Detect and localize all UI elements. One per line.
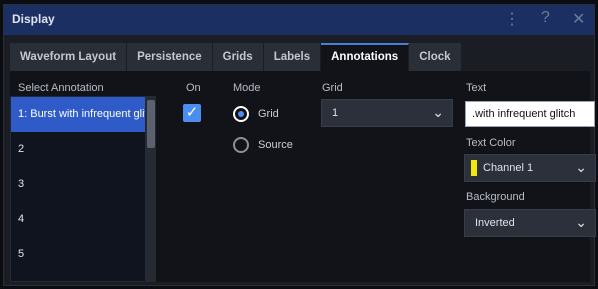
background-label: Background xyxy=(466,191,525,203)
on-checkbox[interactable]: ✓ xyxy=(183,104,201,122)
text-color-value: Channel 1 xyxy=(483,162,534,174)
tab-persistence[interactable]: Persistence xyxy=(127,43,213,71)
annotation-text-input[interactable]: with infrequent glitch. xyxy=(465,101,595,127)
select-annotation-label: Select Annotation xyxy=(18,82,104,94)
list-scroll-thumb[interactable] xyxy=(147,100,155,148)
mode-source-label: Source xyxy=(258,139,293,151)
on-label: On xyxy=(186,82,201,94)
chevron-down-icon: ⌄ xyxy=(432,104,444,120)
close-icon[interactable]: ✕ xyxy=(572,9,585,29)
annotation-list: 1: Burst with infrequent glitch 2 3 4 5 xyxy=(10,96,146,282)
list-item[interactable]: 1: Burst with infrequent glitch xyxy=(11,97,145,132)
chevron-down-icon: ⌄ xyxy=(575,214,587,230)
help-icon[interactable]: ? xyxy=(541,9,550,27)
mode-grid-radio[interactable] xyxy=(233,106,249,122)
background-value: Inverted xyxy=(475,217,515,229)
list-item[interactable]: 4 xyxy=(11,202,145,237)
tab-clock[interactable]: Clock xyxy=(409,43,462,71)
mode-grid-label: Grid xyxy=(258,108,279,120)
tab-waveform-layout[interactable]: Waveform Layout xyxy=(10,43,128,71)
color-swatch xyxy=(471,160,477,176)
mode-label: Mode xyxy=(233,82,261,94)
title-bar: Display ⋮ ? ✕ xyxy=(4,5,594,35)
more-options-icon[interactable]: ⋮ xyxy=(504,9,520,29)
tab-bar: Waveform Layout Persistence Grids Labels… xyxy=(10,43,462,71)
grid-select[interactable]: 1 ⌄ xyxy=(321,99,453,127)
grid-label: Grid xyxy=(322,82,343,94)
tab-labels[interactable]: Labels xyxy=(263,43,322,71)
list-item[interactable]: 5 xyxy=(11,237,145,272)
list-item[interactable]: 2 xyxy=(11,132,145,167)
dialog-title: Display xyxy=(12,12,55,26)
tab-grids[interactable]: Grids xyxy=(212,43,264,71)
text-label: Text xyxy=(466,82,487,94)
background-select[interactable]: Inverted ⌄ xyxy=(464,209,596,237)
mode-source-radio[interactable] xyxy=(233,137,249,153)
chevron-down-icon: ⌄ xyxy=(575,159,587,175)
text-color-select[interactable]: Channel 1 ⌄ xyxy=(464,154,596,182)
text-color-label: Text Color xyxy=(466,137,516,149)
grid-select-value: 1 xyxy=(332,107,339,119)
tab-annotations[interactable]: Annotations xyxy=(321,43,410,71)
list-item[interactable]: 3 xyxy=(11,167,145,202)
checkmark-icon: ✓ xyxy=(185,104,199,121)
